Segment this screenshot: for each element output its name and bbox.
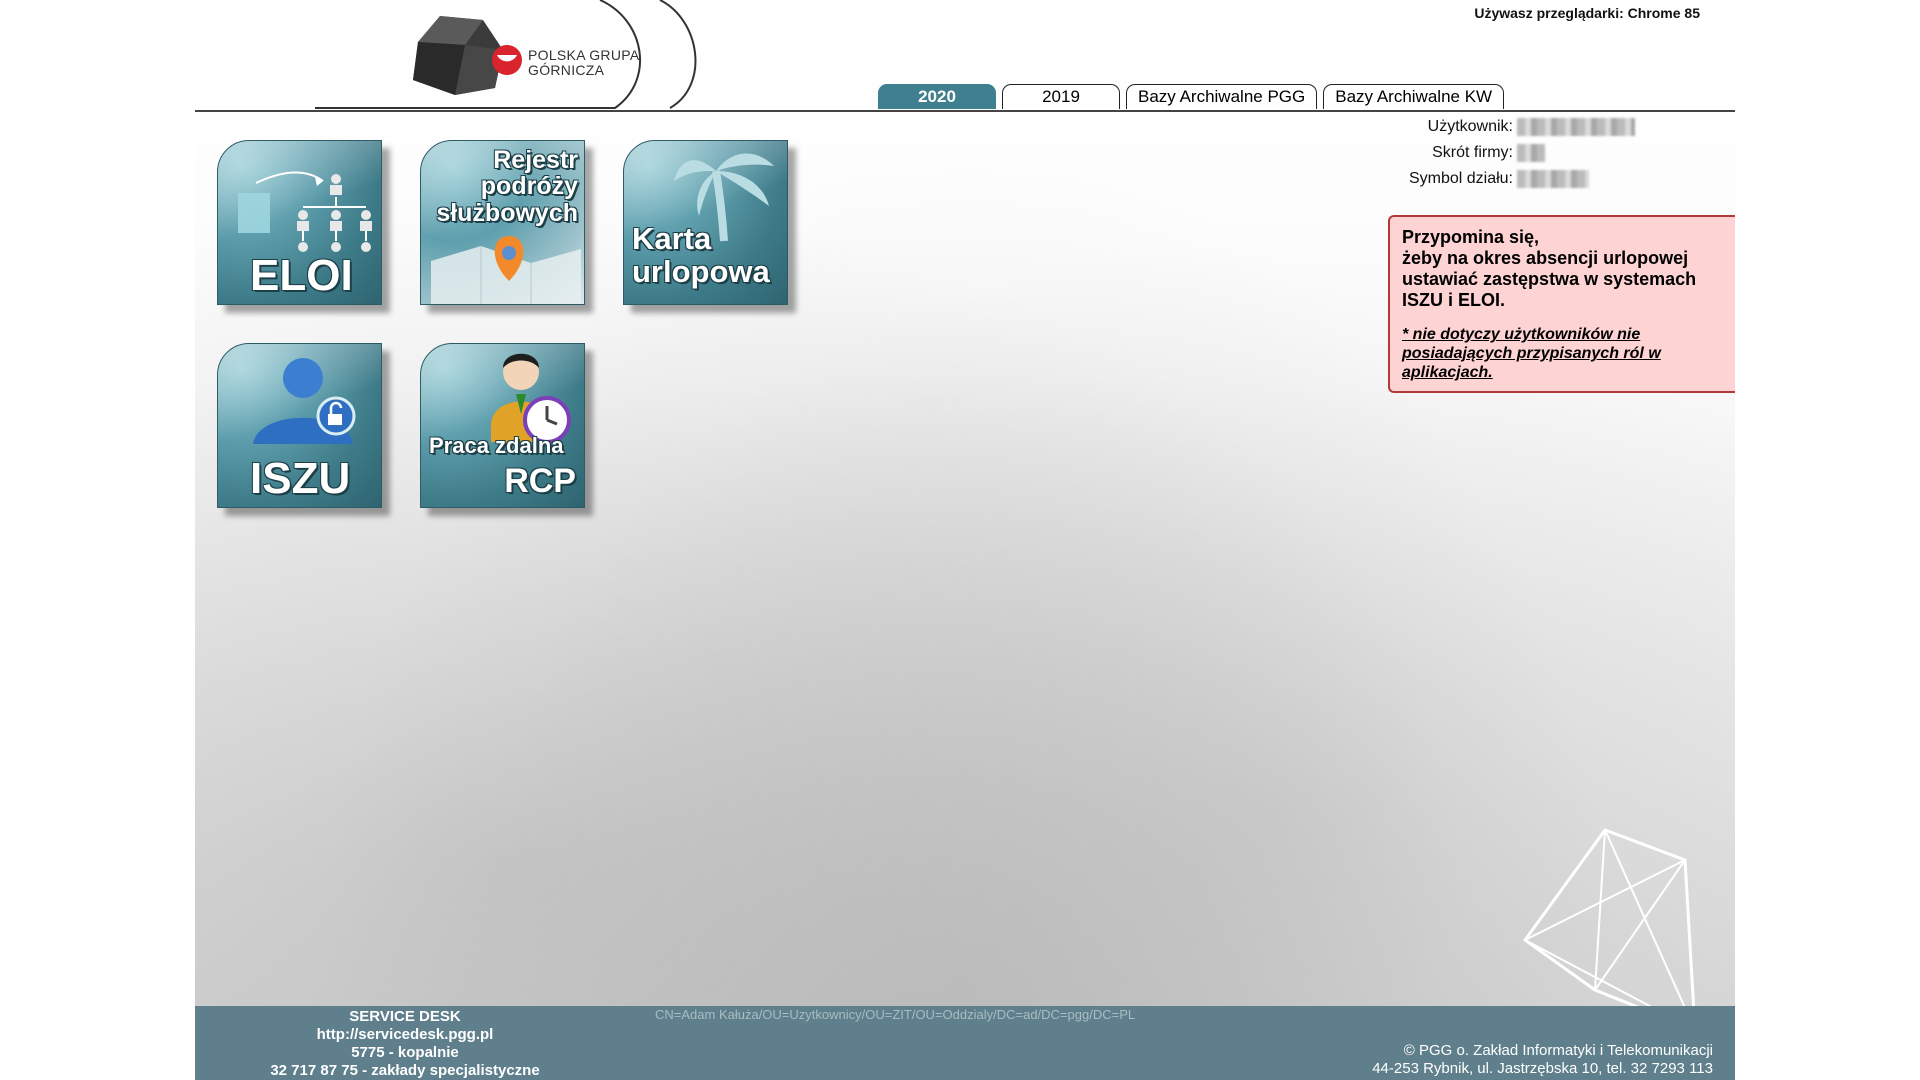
reminder-title-line: Przypomina się, [1402, 227, 1540, 247]
header: POLSKA GRUPA GÓRNICZA Używasz przeglądar… [195, 0, 1735, 112]
tile-karta-urlopowa[interactable]: Karta urlopowa [623, 140, 788, 305]
logo-text-line2: GÓRNICZA [528, 62, 605, 78]
phone-mines: 5775 - kopalnie [351, 1044, 459, 1061]
tile-rejestr-line: Rejestr [493, 146, 578, 174]
footer: SERVICE DESK http://servicedesk.pgg.pl 5… [195, 1006, 1735, 1080]
tile-praca-zdalna-rcp[interactable]: Praca zdalna RCP [420, 343, 585, 508]
tile-karta-line: Karta [632, 221, 712, 256]
department-label: Symbol działu: [1408, 170, 1513, 187]
tile-eloi[interactable]: ELOI [217, 140, 382, 305]
tile-karta-label: Karta urlopowa [632, 221, 770, 289]
tile-iszu-label: ISZU [250, 454, 351, 503]
phone-plants: 32 717 87 75 - zakłady specjalistyczne [270, 1062, 540, 1079]
tile-rejestr-podrozy[interactable]: Rejestr podróży służbowych [420, 140, 585, 305]
tile-eloi-label: ELOI [250, 251, 353, 300]
user-label: Użytkownik: [1427, 118, 1513, 135]
header-divider [195, 110, 1735, 112]
department-row: Symbol działu: [1295, 166, 1735, 192]
service-desk-info: SERVICE DESK http://servicedesk.pgg.pl 5… [255, 1008, 555, 1080]
user-row: Użytkownik: [1295, 114, 1735, 140]
vacation-reminder-notice: Przypomina się, żeby na okres absencji u… [1388, 215, 1735, 393]
year-tabs: 2020 2019 Bazy Archiwalne PGG Bazy Archi… [878, 84, 1510, 110]
user-value-redacted [1517, 118, 1635, 136]
service-desk-link[interactable]: http://servicedesk.pgg.pl [255, 1026, 555, 1044]
user-info: Użytkownik: Skrót firmy: Symbol działu: [1295, 114, 1735, 192]
tile-rejestr-line: podróży [480, 172, 578, 201]
service-desk-title: SERVICE DESK [349, 1008, 461, 1025]
company-row: Skrót firmy: [1295, 140, 1735, 166]
reminder-title-line: ustawiać zastępstwa w systemach [1402, 269, 1697, 289]
reminder-title-line: żeby na okres absencji urlopowej [1402, 248, 1689, 268]
tile-praca-label-line2: RCP [504, 462, 576, 500]
logo-text-line1: POLSKA GRUPA [528, 47, 640, 63]
copyright-line: 44-253 Rybnik, ul. Jastrzębska 10, tel. … [1372, 1060, 1713, 1077]
company-label: Skrót firmy: [1432, 144, 1513, 161]
tile-praca-label-line1: Praca zdalna [429, 433, 564, 458]
tile-rejestr-label: Rejestr podróży służbowych [436, 147, 578, 226]
reminder-note: * nie dotyczy użytkowników nie posiadają… [1402, 325, 1723, 382]
department-value-redacted [1517, 170, 1589, 188]
reminder-note-line: * nie dotyczy użytkowników nie [1402, 326, 1641, 343]
copyright: © PGG o. Zakład Informatyki i Telekomuni… [1372, 1042, 1713, 1078]
reminder-title: Przypomina się, żeby na okres absencji u… [1402, 227, 1723, 311]
tile-iszu[interactable]: ISZU [217, 343, 382, 508]
page-background: POLSKA GRUPA GÓRNICZA Używasz przeglądar… [195, 0, 1735, 1080]
tab-2020[interactable]: 2020 [878, 84, 996, 109]
user-distinguished-name: CN=Adam Kałuża/OU=Uzytkownicy/OU=ZIT/OU=… [655, 1007, 1136, 1022]
tab-bazy-archiwalne-pgg[interactable]: Bazy Archiwalne PGG [1126, 84, 1318, 109]
company-value-redacted [1517, 144, 1545, 162]
tab-2019[interactable]: 2019 [1002, 84, 1120, 109]
reminder-title-line: ISZU i ELOI. [1402, 290, 1506, 310]
tile-rejestr-line: służbowych [436, 198, 578, 227]
copyright-line: © PGG o. Zakład Informatyki i Telekomuni… [1403, 1042, 1713, 1059]
reminder-note-line: aplikacjach. [1402, 364, 1493, 381]
company-logo[interactable]: POLSKA GRUPA GÓRNICZA [315, 0, 745, 112]
reminder-note-line: posiadających przypisanych ról w [1402, 345, 1661, 362]
browser-info: Używasz przeglądarki: Chrome 85 [1474, 5, 1700, 21]
tab-bazy-archiwalne-kw[interactable]: Bazy Archiwalne KW [1323, 84, 1505, 109]
tile-karta-line: urlopowa [632, 253, 770, 289]
